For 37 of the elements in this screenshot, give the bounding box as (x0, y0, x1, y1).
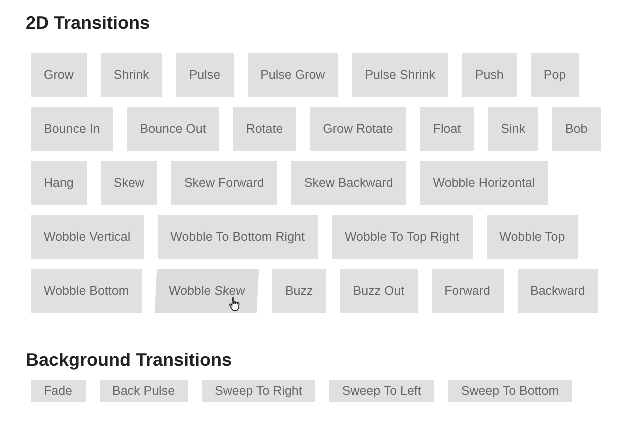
section-heading: Background Transitions (26, 349, 234, 371)
effect-button[interactable]: Sweep To Left (329, 380, 434, 402)
effect-button[interactable]: Float (420, 107, 474, 151)
effect-button[interactable]: Wobble Bottom (31, 269, 142, 313)
effect-button[interactable]: Grow Rotate (310, 107, 406, 151)
effect-button[interactable]: Bounce In (31, 107, 114, 151)
effect-button[interactable]: Skew Backward (291, 161, 406, 205)
effect-button[interactable]: Bob (552, 107, 601, 151)
effect-button[interactable]: Pulse Grow (248, 53, 338, 97)
effect-button[interactable]: Backward (518, 269, 598, 313)
effect-button[interactable]: Hang (31, 161, 87, 205)
hand-pointer-icon (229, 297, 242, 312)
effect-button[interactable]: Bounce Out (127, 107, 220, 151)
effect-button[interactable]: Sweep To Bottom (448, 380, 572, 402)
effect-button[interactable]: Pulse (176, 53, 234, 97)
effect-button[interactable]: Sink (488, 107, 538, 151)
effect-button[interactable]: Back Pulse (100, 380, 188, 402)
effect-button[interactable]: Buzz Out (340, 269, 418, 313)
effect-button[interactable]: Grow (31, 53, 87, 97)
effect-button[interactable]: Wobble Top (486, 215, 578, 259)
section-heading: 2D Transitions (26, 12, 152, 34)
effect-button[interactable]: Wobble Horizontal (420, 161, 548, 205)
effect-button[interactable]: Shrink (100, 53, 162, 97)
effect-button[interactable]: Wobble To Bottom Right (158, 215, 318, 259)
effect-button[interactable]: Skew (100, 161, 158, 205)
effect-button[interactable]: Wobble Skew (155, 269, 260, 313)
effect-button[interactable]: Pulse Shrink (352, 53, 448, 97)
effect-button[interactable]: Fade (31, 380, 86, 402)
effect-button[interactable]: Push (462, 53, 517, 97)
effect-button[interactable]: Sweep To Right (202, 380, 316, 402)
effect-button[interactable]: Buzz (272, 269, 326, 313)
effect-button[interactable]: Forward (432, 269, 504, 313)
effect-button[interactable]: Skew Forward (171, 161, 278, 205)
effect-button[interactable]: Pop (530, 53, 580, 97)
effect-button[interactable]: Wobble Vertical (31, 215, 144, 259)
effect-button[interactable]: Wobble To Top Right (332, 215, 473, 259)
effect-button[interactable]: Rotate (233, 107, 296, 151)
